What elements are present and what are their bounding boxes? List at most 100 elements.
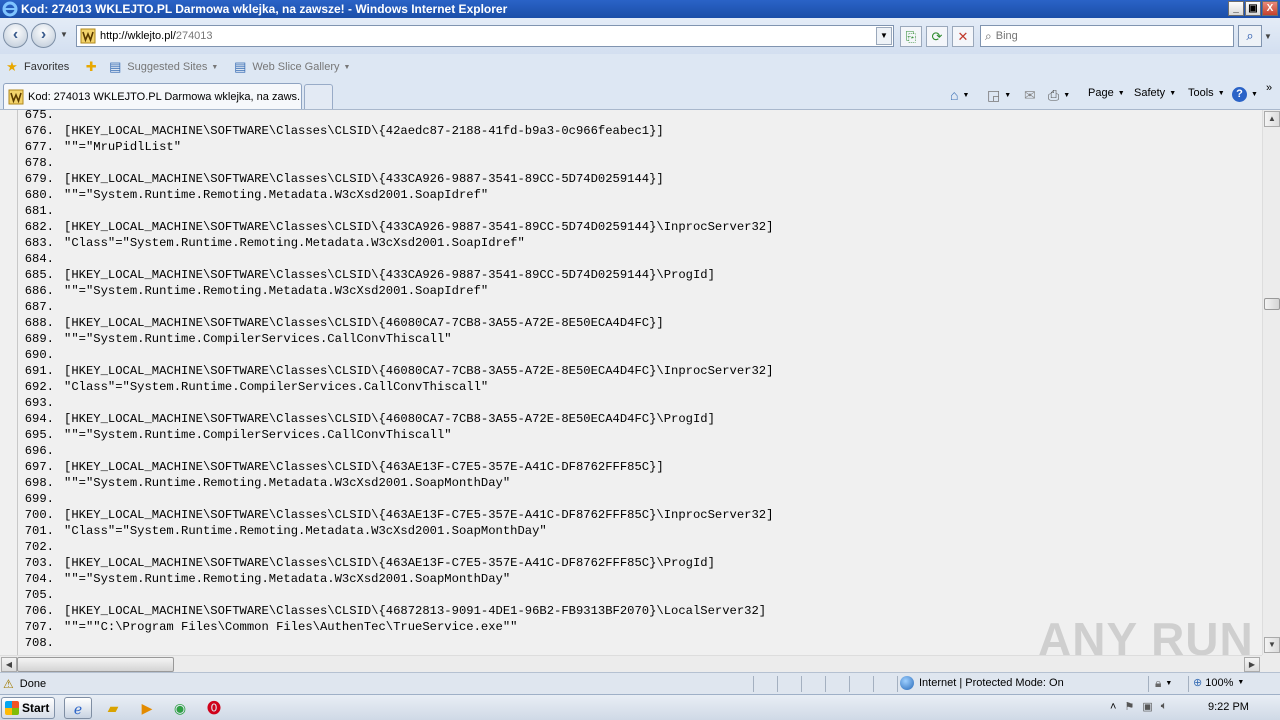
forward-button[interactable]: ›	[31, 23, 56, 48]
tools-menu[interactable]: Tools ▼	[1188, 87, 1225, 99]
minimize-button[interactable]: _	[1228, 1, 1244, 16]
tab-label: Kod: 274013 WKLEJTO.PL Darmowa wklejka, …	[28, 90, 302, 103]
vertical-scrollbar[interactable]: ▲ ▼	[1262, 110, 1280, 655]
code-line: 684.	[0, 251, 1262, 267]
chevron-down-icon: ▼	[1063, 92, 1071, 99]
new-tab-button[interactable]	[304, 84, 333, 109]
code-line: 703. [HKEY_LOCAL_MACHINE\SOFTWARE\Classes…	[0, 555, 1262, 571]
address-bar[interactable]: http://wklejto.pl/ 274013 ▼	[76, 25, 894, 47]
chevron-down-icon: ▼	[962, 91, 970, 99]
help-button[interactable]: ? ▼	[1232, 87, 1258, 102]
action-center-flag-icon[interactable]: ⚑	[1124, 700, 1134, 713]
status-text: Done	[19, 677, 47, 690]
browser-tab-active[interactable]: Kod: 274013 WKLEJTO.PL Darmowa wklejka, …	[3, 83, 302, 109]
add-favorite-icon: ✚	[85, 59, 97, 74]
feeds-button[interactable]: ◲ ▼	[987, 87, 1011, 104]
page-content[interactable]: 675. 676. [HKEY_LOCAL_MACHINE\SOFTWARE\Cla…	[0, 110, 1262, 655]
stop-icon[interactable]: ✕	[952, 26, 974, 47]
refresh-icon[interactable]: ⟳	[926, 26, 948, 47]
vertical-scroll-thumb[interactable]	[1264, 298, 1280, 310]
line-text: [HKEY_LOCAL_MACHINE\SOFTWARE\Classes\CLS…	[64, 556, 715, 570]
line-text: [HKEY_LOCAL_MACHINE\SOFTWARE\Classes\CLS…	[64, 172, 664, 186]
status-divider	[873, 676, 874, 692]
taskbar-media-player[interactable]: ▶	[133, 697, 161, 719]
wklejto-site-icon	[80, 28, 96, 44]
close-window-button[interactable]: X	[1262, 1, 1278, 16]
code-line: 704. ""="System.Runtime.Remoting.Metadata…	[0, 571, 1262, 587]
line-number: 681.	[24, 204, 54, 218]
zone-text: Internet | Protected Mode: On	[919, 677, 1064, 689]
code-line: 694. [HKEY_LOCAL_MACHINE\SOFTWARE\Classes…	[0, 411, 1262, 427]
search-options-dropdown-icon[interactable]: ▼	[1264, 32, 1272, 41]
scroll-left-arrow-icon[interactable]: ◀	[1, 657, 17, 672]
search-box[interactable]: ⌕	[980, 25, 1234, 47]
print-button[interactable]: ⎙ ▼	[1048, 87, 1070, 104]
compatibility-view-icon[interactable]: ⎘	[900, 26, 922, 47]
search-input[interactable]	[995, 30, 1216, 42]
line-text: ""="System.Runtime.Remoting.Metadata.W3c…	[64, 572, 511, 586]
chrome-icon: ◉	[173, 700, 187, 716]
line-number: 700.	[24, 508, 54, 522]
taskbar-file-explorer[interactable]: ▰	[99, 697, 127, 719]
taskbar-chrome[interactable]: ◉	[166, 697, 194, 719]
zoom-control[interactable]: ⊕ 100% ▼	[1193, 676, 1244, 690]
window-title: Kod: 274013 WKLEJTO.PL Darmowa wklejka, …	[21, 2, 508, 16]
line-number: 696.	[24, 444, 54, 458]
read-mail-button[interactable]: ✉	[1024, 87, 1036, 104]
horizontal-scrollbar[interactable]: ◀ ▶	[0, 655, 1262, 672]
security-zone[interactable]: Internet | Protected Mode: On	[900, 676, 1064, 690]
toolbar-overflow-button[interactable]: »	[1266, 82, 1272, 94]
volume-icon[interactable]: 🔈︎	[1161, 700, 1168, 713]
network-icon[interactable]: ▣	[1142, 700, 1152, 713]
protected-mode-button[interactable]: 🔒︎ ▼	[1155, 676, 1172, 691]
add-to-favorites-bar-button[interactable]: ✚	[83, 59, 103, 75]
code-line: 678.	[0, 155, 1262, 171]
scroll-up-arrow-icon[interactable]: ▲	[1264, 111, 1280, 127]
chevron-down-icon: ▼	[211, 63, 219, 71]
horizontal-scroll-thumb[interactable]	[17, 657, 174, 672]
home-button[interactable]: ⌂ ▼	[950, 87, 969, 103]
line-number: 695.	[24, 428, 54, 442]
line-number: 683.	[24, 236, 54, 250]
line-number: 691.	[24, 364, 54, 378]
suggested-sites-icon: ▤	[109, 59, 122, 74]
chevron-down-icon: ▼	[1165, 680, 1173, 687]
show-hidden-icons-icon[interactable]: ˄	[1110, 701, 1116, 713]
code-line: 692. "Class"="System.Runtime.CompilerServ…	[0, 379, 1262, 395]
page-menu[interactable]: Page ▼	[1088, 87, 1125, 99]
suggested-sites-link[interactable]: ▤ Suggested Sites ▼	[107, 59, 218, 75]
taskbar-clock[interactable]: 9:22 PM	[1208, 701, 1249, 713]
address-dropdown-icon[interactable]: ▼	[876, 27, 892, 45]
line-text: "Class"="System.Runtime.Remoting.Metadat…	[64, 236, 525, 250]
scroll-down-arrow-icon[interactable]: ▼	[1264, 637, 1280, 653]
web-slice-gallery-link[interactable]: ▤ Web Slice Gallery ▼	[232, 59, 350, 75]
line-number: 685.	[24, 268, 54, 282]
restore-button[interactable]: ▣	[1245, 1, 1261, 16]
code-line: 691. [HKEY_LOCAL_MACHINE\SOFTWARE\Classes…	[0, 363, 1262, 379]
line-text: [HKEY_LOCAL_MACHINE\SOFTWARE\Classes\CLS…	[64, 220, 774, 234]
internet-zone-globe-icon	[900, 676, 914, 690]
safety-menu[interactable]: Safety ▼	[1134, 87, 1176, 99]
window-title-bar[interactable]: Kod: 274013 WKLEJTO.PL Darmowa wklejka, …	[0, 0, 1280, 18]
zoom-icon: ⊕	[1193, 677, 1203, 689]
folder-icon: ▰	[107, 700, 119, 716]
line-number: 701.	[24, 524, 54, 538]
wklejto-site-icon	[8, 89, 24, 104]
favorites-button[interactable]: ★ Favorites	[4, 59, 69, 75]
code-listing: 675. 676. [HKEY_LOCAL_MACHINE\SOFTWARE\Cla…	[0, 110, 1262, 651]
line-text: [HKEY_LOCAL_MACHINE\SOFTWARE\Classes\CLS…	[64, 412, 715, 426]
back-button[interactable]: ‹	[3, 23, 28, 48]
recent-pages-dropdown-icon[interactable]: ▼	[60, 30, 68, 39]
line-number: 676.	[24, 124, 54, 138]
line-text: [HKEY_LOCAL_MACHINE\SOFTWARE\Classes\CLS…	[64, 508, 774, 522]
taskbar-security-app[interactable]: ⓿	[200, 697, 228, 719]
code-line: 688. [HKEY_LOCAL_MACHINE\SOFTWARE\Classes…	[0, 315, 1262, 331]
start-button[interactable]: Start	[1, 697, 55, 719]
search-button[interactable]: ⌕	[1238, 25, 1262, 47]
internet-explorer-icon	[2, 1, 18, 17]
taskbar-internet-explorer[interactable]: ℯ	[64, 697, 92, 719]
stop-sign-icon: ⓿	[207, 700, 221, 716]
status-divider	[897, 676, 898, 692]
line-number: 679.	[24, 172, 54, 186]
scroll-right-arrow-icon[interactable]: ▶	[1244, 657, 1260, 672]
